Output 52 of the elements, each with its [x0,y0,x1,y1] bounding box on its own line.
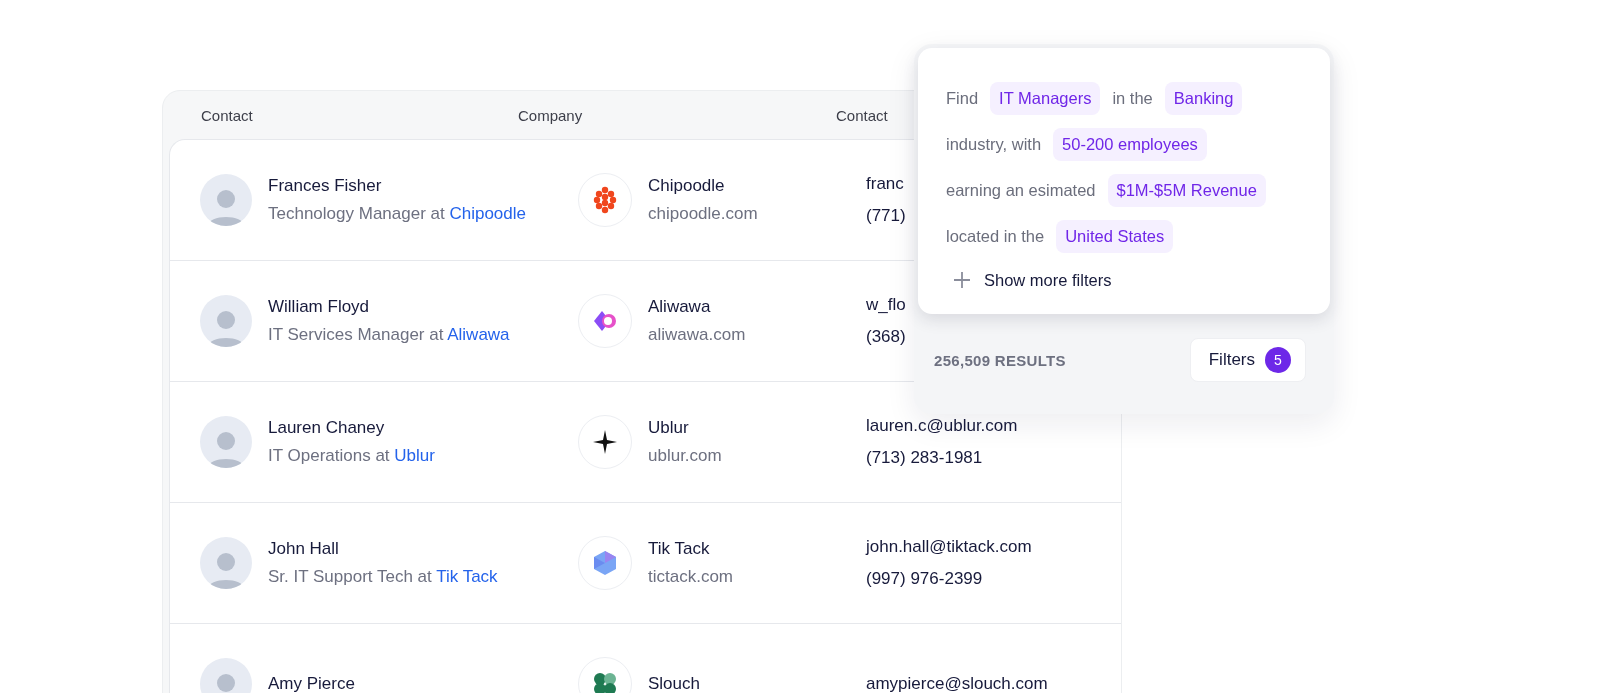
contact-email: w_flo [866,295,906,315]
column-header: Contact [201,107,253,126]
company-domain: ublur.com [648,446,722,466]
avatar-placeholder [200,537,252,589]
company-logo-icon [591,549,619,577]
company-domain: chipoodle.com [648,204,758,224]
company-name: Aliwawa [648,297,711,317]
company-name: Ublur [648,418,689,438]
contact-email: lauren.c@ublur.com [866,416,1018,436]
contact-title: IT Operations at Ublur [268,446,435,466]
filter-chip[interactable]: $1M-$5M Revenue [1107,174,1266,207]
filter-chip[interactable]: IT Managers [990,82,1101,115]
contact-title: Sr. IT Support Tech at Tik Tack [268,567,498,587]
results-count: 256,509 RESULTS [934,351,1066,369]
contact-email: franc [866,174,904,194]
contact-name: Amy Pierce [268,674,355,693]
company-name: Chipoodle [648,176,725,196]
avatar-placeholder [200,174,252,226]
contact-title: Technology Manager at Chipoodle [268,204,526,224]
filters-button[interactable]: Filters 5 [1189,338,1306,382]
filter-text: located in the [946,227,1045,246]
company-logo-icon [591,186,619,214]
filter-chip[interactable]: United States [1056,220,1174,253]
plus-icon [952,270,972,290]
column-header: Contact [836,107,888,126]
contact-name: Lauren Chaney [268,418,385,438]
contact-name: John Hall [268,539,339,559]
filter-chip[interactable]: 50-200 employees [1053,128,1207,161]
contact-name: William Floyd [268,297,370,317]
company-name: Slouch [648,674,700,693]
contact-email: john.hall@tiktack.com [866,537,1032,557]
contact-phone: (713) 283-1981 [866,448,983,468]
company-logo-icon [591,670,619,693]
avatar-placeholder [200,295,252,347]
contact-name: Frances Fisher [268,176,382,196]
filter-text: earning an esimated [946,181,1096,200]
column-header: Company [518,107,583,126]
filters-count-badge: 5 [1265,347,1291,373]
show-more-filters-button[interactable]: Show more filters [946,266,1330,290]
company-domain: tictack.com [648,567,734,587]
filter-text: in the [1112,89,1153,108]
contact-phone: (368) [866,327,906,347]
company-name: Tik Tack [648,539,710,559]
filter-chip[interactable]: Banking [1164,82,1243,115]
contact-phone: (997) 976-2399 [866,569,983,589]
contact-email: amypierce@slouch.com [866,674,1048,693]
avatar-placeholder [200,416,252,468]
company-domain: aliwawa.com [648,325,746,345]
filter-text: industry, with [946,135,1042,154]
contact-phone: (771) [866,206,906,226]
contact-title: IT Services Manager at Aliwawa [268,325,510,345]
filter-text: Find [946,89,979,108]
